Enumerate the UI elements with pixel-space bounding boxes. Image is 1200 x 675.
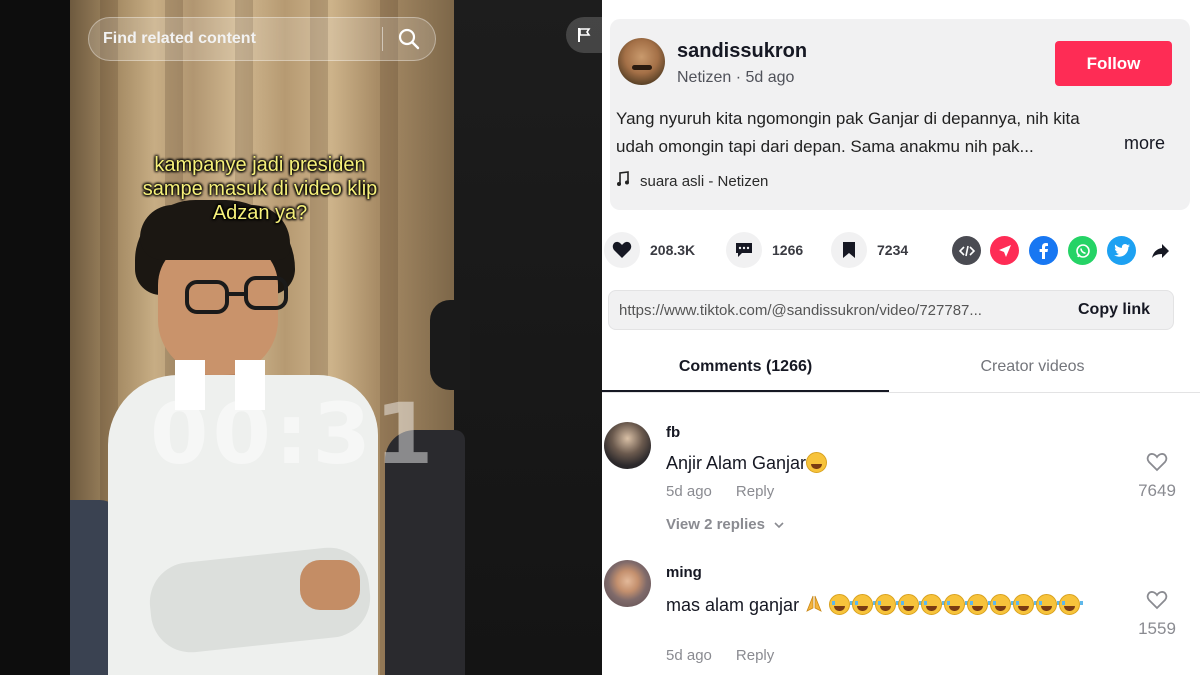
comment-username[interactable]: fb [666, 424, 680, 441]
pray-emoji-icon [804, 593, 824, 613]
like-action[interactable]: 208.3K [604, 232, 695, 268]
reply-button[interactable]: Reply [736, 483, 774, 500]
search-icon[interactable] [383, 17, 435, 61]
comment-text: mas alam ganjar [666, 590, 1106, 620]
like-count: 208.3K [650, 242, 696, 258]
tab-bar: Comments (1266) Creator videos [602, 343, 1200, 393]
save-count: 7234 [877, 242, 909, 258]
crying-emoji-icon [921, 594, 946, 615]
video-link-box: https://www.tiktok.com/@sandissukron/vid… [608, 290, 1174, 330]
caption-line: kampanye jadi presiden [154, 154, 366, 176]
music-row[interactable]: suara asli - Netizen [616, 171, 768, 191]
search-input[interactable]: Find related content [89, 30, 382, 48]
follow-button[interactable]: Follow [1055, 41, 1172, 86]
comment-like-count: 7649 [1138, 481, 1176, 500]
crying-emoji-icon [852, 594, 877, 615]
post-description: Yang nyuruh kita ngomongin pak Ganjar di… [616, 105, 1096, 161]
caption-line: sampe masuk di video klip [142, 178, 378, 200]
comment-meta: 5d ago Reply [666, 647, 774, 664]
video-timestamp-watermark: 00:31 [150, 385, 438, 483]
reply-button[interactable]: Reply [736, 647, 774, 664]
comment-username[interactable]: ming [666, 564, 702, 581]
description-line: Yang nyuruh kita ngomongin pak Ganjar di… [616, 109, 1080, 128]
view-replies-label: View 2 replies [666, 516, 765, 533]
laughing-emoji-icon [806, 452, 828, 473]
twitter-icon[interactable] [1107, 236, 1136, 265]
video-caption: kampanye jadi presiden sampe masuk di vi… [100, 153, 420, 225]
share-arrow-icon[interactable] [1146, 236, 1175, 265]
whatsapp-icon[interactable] [1068, 236, 1097, 265]
more-link[interactable]: more [1124, 133, 1165, 154]
comment-time: 5d ago [666, 483, 712, 500]
music-title[interactable]: suara asli - Netizen [640, 173, 768, 190]
comment-like-count: 1559 [1138, 619, 1176, 638]
comment-like[interactable]: 7649 [1132, 452, 1182, 501]
send-icon[interactable] [990, 236, 1019, 265]
crying-emoji-icon [990, 594, 1015, 615]
comment-action[interactable]: 1266 [726, 232, 803, 268]
music-note-icon [616, 171, 630, 191]
video-player[interactable]: kampanye jadi presiden sampe masuk di vi… [0, 0, 602, 675]
view-replies-button[interactable]: View 2 replies [666, 516, 785, 533]
copy-link-button[interactable]: Copy link [1055, 290, 1173, 330]
crying-emoji-icon [829, 594, 854, 615]
caption-line: Adzan ya? [212, 202, 308, 224]
facebook-icon[interactable] [1029, 236, 1058, 265]
crying-emoji-icon [1059, 594, 1084, 615]
crying-emoji-icon [898, 594, 923, 615]
avatar[interactable] [604, 560, 651, 607]
crying-emoji-icon [875, 594, 900, 615]
heart-outline-icon[interactable] [1146, 590, 1168, 610]
chevron-down-icon [774, 522, 784, 529]
comment-body: Anjir Alam Ganjar [666, 453, 807, 473]
background-person [430, 300, 470, 390]
heart-outline-icon[interactable] [1146, 452, 1168, 472]
related-search-bar[interactable]: Find related content [88, 17, 436, 61]
embed-icon[interactable] [952, 236, 981, 265]
bookmark-icon[interactable] [831, 232, 867, 268]
save-action[interactable]: 7234 [831, 232, 908, 268]
comment-icon[interactable] [726, 232, 762, 268]
comment-count: 1266 [772, 242, 804, 258]
heart-icon[interactable] [604, 232, 640, 268]
report-flag-icon[interactable] [566, 17, 602, 53]
author-avatar[interactable] [618, 38, 665, 85]
comment-meta: 5d ago Reply [666, 483, 774, 500]
author-subtitle: Netizen · 5d ago [677, 69, 795, 86]
crying-emoji-icon [1013, 594, 1038, 615]
crying-emoji-icon [944, 594, 969, 615]
comment-time: 5d ago [666, 647, 712, 664]
tab-comments[interactable]: Comments (1266) [602, 343, 889, 392]
author-username[interactable]: sandissukron [677, 40, 807, 63]
comment-body: mas alam ganjar [666, 595, 800, 615]
crying-emoji-icon [1036, 594, 1061, 615]
comment-text: Anjir Alam Ganjar [666, 452, 829, 474]
avatar[interactable] [604, 422, 651, 469]
crying-emoji-icon [967, 594, 992, 615]
glasses [185, 280, 229, 314]
post-card: sandissukron Netizen · 5d ago Follow Yan… [610, 19, 1190, 210]
tab-creator-videos[interactable]: Creator videos [889, 343, 1176, 392]
description-line: udah omongin tapi dari depan. Sama anakm… [616, 137, 1034, 156]
comment-like[interactable]: 1559 [1132, 590, 1182, 639]
video-url[interactable]: https://www.tiktok.com/@sandissukron/vid… [609, 302, 1055, 319]
video-backdrop [454, 0, 602, 675]
video-info-panel: sandissukron Netizen · 5d ago Follow Yan… [602, 0, 1200, 675]
